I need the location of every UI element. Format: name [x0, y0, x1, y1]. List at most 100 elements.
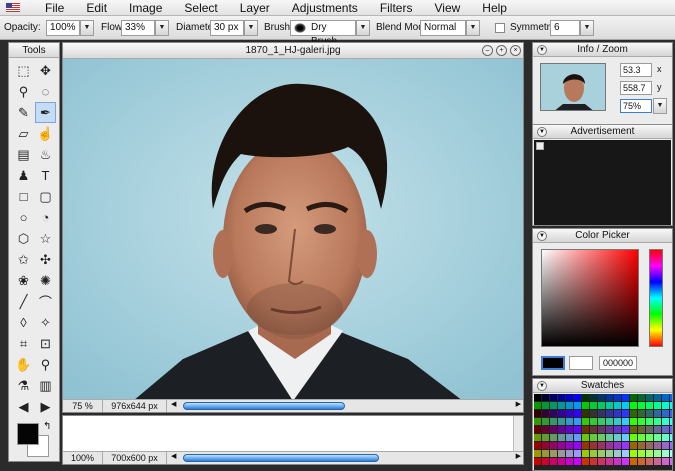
color-swatch[interactable]: [558, 458, 565, 465]
text-icon[interactable]: T: [35, 165, 56, 186]
color-swatch[interactable]: [670, 418, 672, 425]
advertisement-collapse-icon[interactable]: ▼: [537, 127, 547, 137]
gradient-icon[interactable]: ▤: [13, 144, 34, 165]
symmetry-dropdown-button[interactable]: ▼: [580, 20, 594, 36]
color-swatch[interactable]: [606, 450, 613, 457]
diameter-dropdown-button[interactable]: ▼: [244, 20, 258, 36]
color-swatch[interactable]: [614, 434, 621, 441]
move-icon[interactable]: ✥: [35, 60, 56, 81]
foreground-color-swatch[interactable]: [17, 423, 39, 445]
color-swatch[interactable]: [566, 394, 573, 401]
color-swatch[interactable]: [574, 402, 581, 409]
color-swatch[interactable]: [638, 418, 645, 425]
color-swatch[interactable]: [654, 426, 661, 433]
scroll-left-icon[interactable]: ◀: [171, 400, 176, 408]
burn-icon[interactable]: ✧: [35, 312, 56, 333]
color-swatch[interactable]: [614, 402, 621, 409]
color-swatch[interactable]: [534, 410, 541, 417]
color-swatch[interactable]: [638, 394, 645, 401]
maximize-window-icon[interactable]: +: [496, 45, 507, 56]
star-outline-icon[interactable]: ✩: [13, 249, 34, 270]
menu-filters[interactable]: Filters: [369, 0, 424, 16]
color-swatch[interactable]: [646, 410, 653, 417]
color-swatch[interactable]: [670, 458, 672, 465]
color-swatch[interactable]: [662, 402, 669, 409]
secondary-horizontal-scrollbar[interactable]: ◀ ▶: [171, 453, 521, 463]
color-swatch[interactable]: [534, 434, 541, 441]
color-swatch[interactable]: [654, 450, 661, 457]
color-swatch[interactable]: [622, 458, 629, 465]
color-swatch[interactable]: [614, 442, 621, 449]
swatches-collapse-icon[interactable]: ▼: [537, 381, 547, 391]
color-swatch[interactable]: [654, 442, 661, 449]
color-swatch[interactable]: [558, 410, 565, 417]
color-swatch[interactable]: [558, 450, 565, 457]
color-swatch[interactable]: [558, 426, 565, 433]
arrow-right-icon[interactable]: ▶: [35, 396, 56, 417]
document-scroll-thumb[interactable]: [183, 402, 345, 410]
advertisement-area[interactable]: [534, 140, 671, 225]
blend-mode-select[interactable]: Normal: [420, 20, 466, 36]
color-swatch[interactable]: [550, 426, 557, 433]
color-swatch[interactable]: [590, 450, 597, 457]
rounded-rect-icon[interactable]: ▢: [35, 186, 56, 207]
color-swatch[interactable]: [630, 394, 637, 401]
color-swatch[interactable]: [646, 434, 653, 441]
color-swatch[interactable]: [670, 450, 672, 457]
color-swatch[interactable]: [670, 394, 672, 401]
color-swatch[interactable]: [606, 458, 613, 465]
minimize-window-icon[interactable]: –: [482, 45, 493, 56]
color-swatch[interactable]: [598, 450, 605, 457]
document-horizontal-scrollbar[interactable]: ◀ ▶: [171, 401, 521, 411]
color-swatch[interactable]: [566, 426, 573, 433]
color-swatch[interactable]: [550, 458, 557, 465]
line-icon[interactable]: ╱: [13, 291, 34, 312]
color-swatch[interactable]: [654, 402, 661, 409]
color-swatch[interactable]: [598, 418, 605, 425]
color-picker-collapse-icon[interactable]: ▼: [537, 231, 547, 241]
color-swatch[interactable]: [598, 442, 605, 449]
color-swatch[interactable]: [662, 410, 669, 417]
color-swatch[interactable]: [542, 434, 549, 441]
color-swatch[interactable]: [534, 450, 541, 457]
swap-colors-icon[interactable]: ↰: [43, 421, 51, 432]
color-swatch[interactable]: [558, 434, 565, 441]
color-swatch[interactable]: [574, 426, 581, 433]
blend-mode-dropdown-button[interactable]: ▼: [466, 20, 480, 36]
circle-icon[interactable]: ○: [13, 207, 34, 228]
color-swatch[interactable]: [670, 410, 672, 417]
color-swatch[interactable]: [582, 442, 589, 449]
flow-field[interactable]: 33%: [121, 20, 155, 36]
color-swatch[interactable]: [614, 394, 621, 401]
color-swatch[interactable]: [606, 418, 613, 425]
color-swatch[interactable]: [622, 402, 629, 409]
saturation-value-field[interactable]: [541, 249, 639, 347]
color-swatch[interactable]: [550, 402, 557, 409]
color-swatch[interactable]: [566, 450, 573, 457]
color-swatch[interactable]: [550, 442, 557, 449]
color-swatch[interactable]: [614, 426, 621, 433]
color-swatch[interactable]: [558, 418, 565, 425]
blur-drop-icon[interactable]: ◊: [13, 312, 34, 333]
color-swatch[interactable]: [590, 426, 597, 433]
color-swatch[interactable]: [558, 394, 565, 401]
color-swatch[interactable]: [662, 418, 669, 425]
menu-image[interactable]: Image: [118, 0, 173, 16]
color-swatch[interactable]: [542, 426, 549, 433]
hex-color-input[interactable]: 000000: [599, 356, 637, 370]
current-color-swatch[interactable]: [541, 356, 565, 370]
color-swatch[interactable]: [574, 418, 581, 425]
magic-wand-icon[interactable]: ⚲: [13, 81, 34, 102]
color-swatch[interactable]: [534, 418, 541, 425]
hue-slider[interactable]: [649, 249, 663, 347]
secondary-scroll-thumb[interactable]: [183, 454, 379, 462]
color-swatch[interactable]: [598, 426, 605, 433]
color-swatch[interactable]: [670, 442, 672, 449]
scroll-right-icon[interactable]: ▶: [516, 400, 521, 408]
rectangle-icon[interactable]: □: [13, 186, 34, 207]
color-swatch[interactable]: [622, 418, 629, 425]
color-swatch[interactable]: [630, 458, 637, 465]
color-swatch[interactable]: [662, 426, 669, 433]
trash-icon[interactable]: ▥: [35, 375, 56, 396]
menu-view[interactable]: View: [423, 0, 471, 16]
